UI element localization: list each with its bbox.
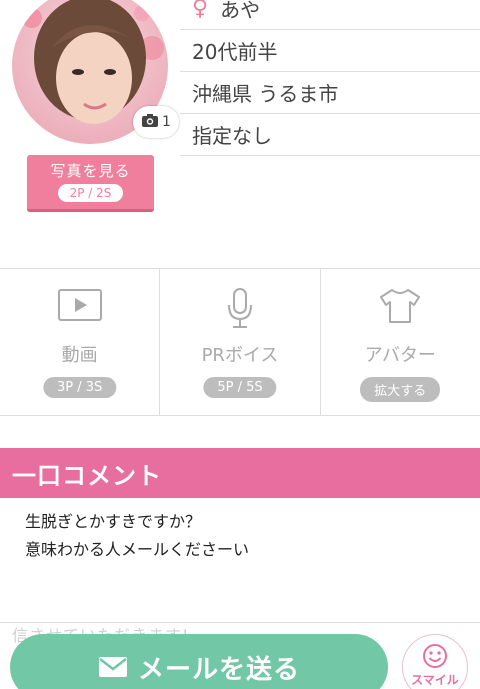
feature-avatar-label: アバター [364,345,436,366]
photo-count: 1 [162,114,171,130]
feature-pr-voice-label: PRボイス [201,345,279,366]
send-mail-button[interactable]: メールを送る [10,634,388,689]
feature-avatar[interactable]: アバター 拡大する [319,269,480,415]
comment-line: 生脱ぎとかすきですか？ [25,512,202,531]
envelope-icon [98,656,128,678]
photo-count-badge[interactable]: 1 [133,106,179,138]
feature-pr-voice-badge: 5P / 5S [203,377,277,398]
profile-attribute: 指定なし [180,114,480,156]
send-mail-label: メールを送る [137,654,300,685]
profile-age: 20代前半 [180,30,480,72]
feature-bar: 動画 3P / 3S PRボイス 5P / 5S アバター 拡大する [0,268,480,416]
view-photo-button[interactable]: 写真を見る 2P / 2S [27,155,154,212]
microphone-icon [225,287,255,333]
profile-name: あや [220,0,261,22]
profile-info-list: ♀ あや 20代前半 沖縄県 うるま市 指定なし [180,0,480,156]
view-photo-cost: 2P / 2S [57,184,124,202]
comment-line: 意味わかる人メールくださーい [25,540,250,559]
tshirt-icon [377,287,423,329]
profile-section: 1 写真を見る 2P / 2S ♀ あや 20代前半 沖縄県 うるま市 指定なし [0,0,480,270]
play-icon [57,287,103,327]
smile-button[interactable]: スマイル [402,634,468,689]
feature-video-label: 動画 [61,345,98,366]
comment-heading: 一口コメント [0,448,480,498]
smile-label: スマイル [411,673,459,687]
feature-video[interactable]: 動画 3P / 3S [0,269,159,415]
profile-location: 沖縄県 うるま市 [180,72,480,114]
profile-name-row: ♀ あや [180,0,480,30]
smile-icon [422,643,448,669]
view-photo-label: 写真を見る [50,162,131,180]
camera-icon [141,113,159,132]
female-icon: ♀ [192,0,209,21]
comment-body: 生脱ぎとかすきですか？ 意味わかる人メールくださーい [25,508,465,564]
feature-pr-voice[interactable]: PRボイス 5P / 5S [159,269,319,415]
feature-avatar-badge: 拡大する [360,377,441,402]
avatar-container[interactable]: 1 [12,0,179,144]
feature-video-badge: 3P / 3S [43,377,117,398]
